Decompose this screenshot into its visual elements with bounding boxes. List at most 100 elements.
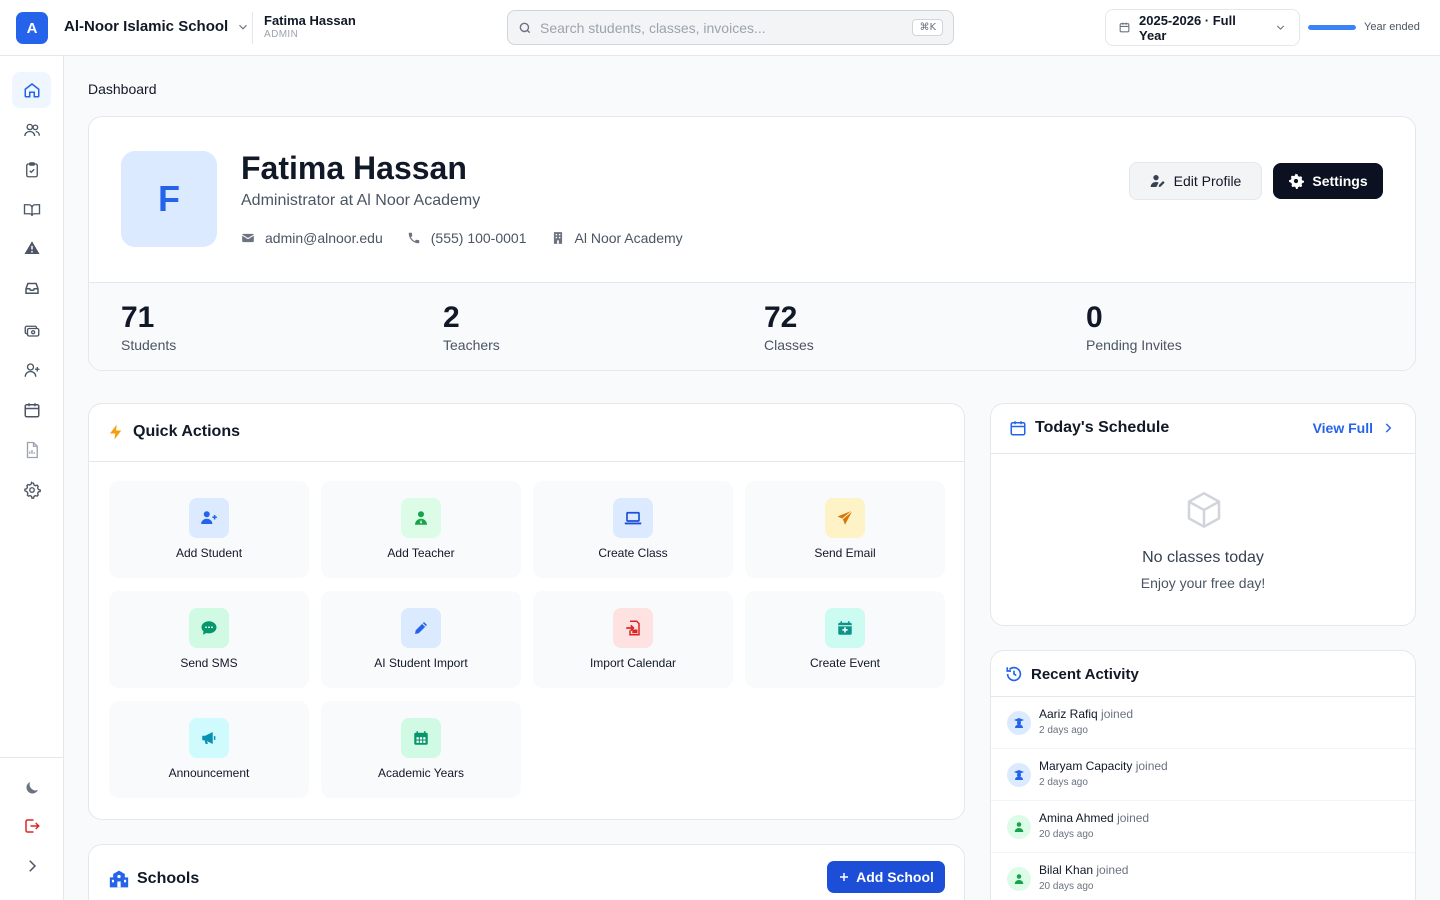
schools-header: Schools Add School bbox=[89, 845, 964, 900]
global-search[interactable]: ⌘K bbox=[507, 10, 954, 45]
recent-activity-title-text: Recent Activity bbox=[1031, 665, 1139, 683]
quick-action-create-event[interactable]: Create Event bbox=[745, 591, 945, 688]
profile-card: F Fatima Hassan Administrator at Al Noor… bbox=[88, 116, 1416, 371]
stat-label: Teachers bbox=[443, 337, 500, 353]
quick-action-import-calendar[interactable]: Import Calendar bbox=[533, 591, 733, 688]
quick-action-academic-years[interactable]: Academic Years bbox=[321, 701, 521, 798]
activity-name: Bilal Khan bbox=[1039, 863, 1094, 877]
users-icon bbox=[23, 123, 40, 137]
calendar-grid-icon bbox=[414, 731, 428, 745]
report-icon bbox=[26, 441, 38, 459]
quick-action-label: Academic Years bbox=[377, 766, 465, 780]
activity-text: Bilal Khan joined bbox=[1039, 863, 1128, 877]
user-plus-icon bbox=[201, 511, 217, 524]
user-edit-icon bbox=[1150, 175, 1165, 187]
activity-time: 20 days ago bbox=[1039, 881, 1094, 892]
sidebar-item-settings[interactable] bbox=[12, 472, 51, 508]
schedule-empty-subtitle: Enjoy your free day! bbox=[1140, 575, 1266, 591]
teacher-icon bbox=[1014, 874, 1024, 884]
sms-icon bbox=[201, 621, 217, 635]
stat-label: Pending Invites bbox=[1086, 337, 1182, 353]
logout-icon bbox=[24, 819, 40, 833]
add-school-button[interactable]: Add School bbox=[827, 861, 945, 893]
quick-actions-card: Quick Actions Add Student Add Teacher Cr… bbox=[88, 403, 965, 820]
paper-plane-icon bbox=[837, 510, 853, 525]
activity-time: 20 days ago bbox=[1039, 829, 1094, 840]
quick-action-add-student[interactable]: Add Student bbox=[109, 481, 309, 578]
quick-action-icon-wrap bbox=[401, 608, 441, 648]
top-bar: A Al-Noor Islamic School Fatima Hassan A… bbox=[0, 0, 1440, 56]
activity-name: Amina Ahmed bbox=[1039, 811, 1114, 825]
plus-icon bbox=[840, 873, 849, 881]
settings-button[interactable]: Settings bbox=[1273, 163, 1383, 199]
quick-action-announcement[interactable]: Announcement bbox=[109, 701, 309, 798]
envelope-icon bbox=[241, 233, 255, 243]
profile-email: admin@alnoor.edu bbox=[241, 230, 383, 246]
app-logo[interactable]: A bbox=[16, 12, 48, 44]
laptop-icon bbox=[624, 511, 642, 525]
quick-action-icon-wrap bbox=[825, 498, 865, 538]
chevron-right-icon bbox=[1385, 423, 1392, 433]
search-icon bbox=[519, 22, 531, 33]
theme-toggle[interactable] bbox=[12, 770, 51, 806]
sidebar-expand-button[interactable] bbox=[12, 848, 51, 884]
teacher-icon bbox=[415, 511, 427, 525]
clipboard-check-icon bbox=[25, 162, 38, 178]
activity-avatar bbox=[1007, 867, 1031, 891]
sidebar-item-home[interactable] bbox=[12, 72, 51, 108]
quick-action-label: Add Teacher bbox=[387, 546, 455, 560]
edit-profile-button[interactable]: Edit Profile bbox=[1129, 162, 1262, 200]
current-user-role: ADMIN bbox=[264, 29, 299, 40]
activity-item: Maryam Capacity joined 2 days ago bbox=[991, 749, 1415, 801]
schedule-title: Today's Schedule bbox=[1009, 419, 1169, 437]
activity-time: 2 days ago bbox=[1039, 725, 1088, 736]
quick-action-icon-wrap bbox=[825, 608, 865, 648]
activity-name: Maryam Capacity bbox=[1039, 759, 1133, 773]
recent-activity-title: Recent Activity bbox=[1005, 665, 1139, 683]
gear-icon bbox=[1289, 173, 1305, 189]
recent-activity-header: Recent Activity bbox=[991, 651, 1415, 697]
quick-action-icon-wrap bbox=[189, 498, 229, 538]
quick-action-icon-wrap bbox=[189, 718, 229, 758]
moon-icon bbox=[25, 782, 38, 794]
sidebar-item-inbox[interactable] bbox=[12, 270, 51, 306]
chevron-right-icon bbox=[28, 860, 36, 872]
breadcrumb: Dashboard bbox=[88, 81, 157, 97]
chevron-down-icon bbox=[1276, 25, 1285, 30]
sidebar-item-invites[interactable] bbox=[12, 352, 51, 388]
search-input[interactable] bbox=[540, 19, 905, 36]
year-progress-fill bbox=[1308, 25, 1356, 30]
school-switcher[interactable]: Al-Noor Islamic School bbox=[64, 18, 250, 35]
activity-text: Amina Ahmed joined bbox=[1039, 811, 1149, 825]
activity-text: Maryam Capacity joined bbox=[1039, 759, 1168, 773]
view-full-schedule-link[interactable]: View Full bbox=[1313, 420, 1395, 436]
activity-avatar bbox=[1007, 815, 1031, 839]
profile-phone-text: (555) 100-0001 bbox=[430, 230, 527, 246]
quick-action-label: Create Event bbox=[809, 656, 881, 670]
quick-action-send-sms[interactable]: Send SMS bbox=[109, 591, 309, 688]
quick-action-add-teacher[interactable]: Add Teacher bbox=[321, 481, 521, 578]
quick-action-ai-student-import[interactable]: AI Student Import bbox=[321, 591, 521, 688]
recent-activity-card: Recent Activity Aariz Rafiq joined 2 day… bbox=[990, 650, 1416, 900]
sidebar-item-users[interactable] bbox=[12, 112, 51, 148]
profile-name: Fatima Hassan bbox=[241, 150, 467, 186]
sidebar-item-finance[interactable] bbox=[12, 312, 51, 348]
academic-year-select[interactable]: 2025-2026 · Full Year bbox=[1105, 9, 1300, 46]
sidebar-item-calendar[interactable] bbox=[12, 392, 51, 428]
logout-button[interactable] bbox=[12, 808, 51, 844]
inbox-icon bbox=[24, 282, 39, 294]
activity-action: joined bbox=[1101, 707, 1134, 721]
calendar-icon bbox=[1119, 22, 1130, 33]
sidebar-item-attendance[interactable] bbox=[12, 152, 51, 188]
quick-action-send-email[interactable]: Send Email bbox=[745, 481, 945, 578]
gear-icon bbox=[23, 481, 41, 499]
sidebar-item-reports[interactable] bbox=[12, 432, 51, 468]
quick-action-create-class[interactable]: Create Class bbox=[533, 481, 733, 578]
sidebar-item-alerts[interactable] bbox=[12, 230, 51, 266]
sidebar bbox=[0, 56, 64, 900]
year-status: Year ended bbox=[1364, 21, 1420, 33]
phone-icon bbox=[408, 232, 419, 244]
activity-item: Amina Ahmed joined 20 days ago bbox=[991, 801, 1415, 853]
sidebar-item-courses[interactable] bbox=[12, 192, 51, 228]
stat-label: Students bbox=[121, 337, 177, 353]
